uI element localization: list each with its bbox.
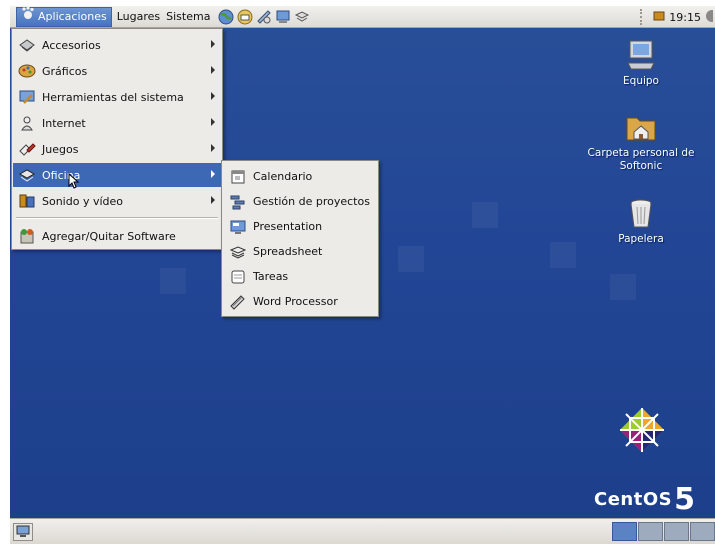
desktop-icon-label: Carpeta personal de Softonic xyxy=(587,147,695,172)
desktop-icon-carpeta-personal[interactable]: Carpeta personal de Softonic xyxy=(576,110,706,173)
applications-menu-button[interactable]: Aplicaciones xyxy=(16,6,112,27)
office-submenu: Calendario Gestión de proyectos Presenta… xyxy=(221,160,379,317)
accessories-icon xyxy=(17,35,37,55)
system-menu-button[interactable]: Sistema xyxy=(163,7,213,27)
menu-item-label: Sonido y vídeo xyxy=(42,194,124,208)
sound-video-icon xyxy=(17,191,37,211)
system-tools-icon xyxy=(17,87,37,107)
bottom-panel xyxy=(10,518,715,544)
submenu-arrow-icon xyxy=(211,66,215,74)
submenu-arrow-icon xyxy=(211,40,215,48)
submenu-item-label: Gestión de proyectos xyxy=(253,195,370,208)
workspace-3[interactable] xyxy=(664,522,689,541)
menu-item-graficos[interactable]: Gráficos xyxy=(13,59,221,83)
submenu-arrow-icon xyxy=(211,144,215,152)
desktop-icon-label: Papelera xyxy=(618,233,664,245)
brand-version: 5 xyxy=(674,482,696,517)
gnome-foot-icon xyxy=(21,6,35,27)
applications-label: Aplicaciones xyxy=(38,9,107,23)
volume-icon[interactable] xyxy=(705,9,715,26)
background-square xyxy=(610,274,636,300)
submenu-item-label: Tareas xyxy=(253,270,289,283)
presentation-launcher-icon[interactable] xyxy=(274,8,292,26)
update-notifier-icon[interactable] xyxy=(653,10,665,25)
calendar-icon xyxy=(228,167,248,187)
submenu-item-gestion-de-proyectos[interactable]: Gestión de proyectos xyxy=(223,189,377,214)
menu-item-internet[interactable]: Internet xyxy=(13,111,221,135)
menu-item-juegos[interactable]: Juegos xyxy=(13,137,221,161)
places-menu-button[interactable]: Lugares xyxy=(114,7,163,27)
desktop-icon-label: Equipo xyxy=(623,75,659,87)
system-tray: 19:15 xyxy=(640,6,715,28)
submenu-item-label: Calendario xyxy=(253,170,313,183)
background-square xyxy=(472,202,498,228)
submenu-item-tareas[interactable]: Tareas xyxy=(223,264,377,289)
trash-icon xyxy=(624,196,658,230)
centos-wordmark: CentOS5 xyxy=(594,482,695,517)
background-square xyxy=(398,246,424,272)
spreadsheet-launcher-icon[interactable] xyxy=(293,8,311,26)
menu-item-label: Internet xyxy=(42,116,86,130)
games-icon xyxy=(17,139,37,159)
add-remove-software-icon xyxy=(17,226,37,246)
top-panel: Aplicaciones Lugares Sistema 19:15 xyxy=(10,6,715,28)
submenu-arrow-icon xyxy=(211,118,215,126)
home-folder-icon xyxy=(624,110,658,144)
workspace-1[interactable] xyxy=(612,522,637,541)
internet-icon xyxy=(17,113,37,133)
panel-separator xyxy=(640,9,643,25)
clock[interactable]: 19:15 xyxy=(669,11,701,24)
computer-icon xyxy=(624,38,658,72)
workspace-4[interactable] xyxy=(690,522,715,541)
notes-launcher-icon[interactable] xyxy=(255,8,273,26)
applications-menu: Accesorios Gráficos Herramientas del sis… xyxy=(11,28,223,250)
mouse-pointer-icon xyxy=(68,172,80,192)
workspace-switcher xyxy=(612,522,715,541)
submenu-item-label: Presentation xyxy=(253,220,323,233)
menu-item-herramientas-del-sistema[interactable]: Herramientas del sistema xyxy=(13,85,221,109)
submenu-item-label: Word Processor xyxy=(253,295,338,308)
mail-launcher-icon[interactable] xyxy=(236,8,254,26)
menu-item-sonido-y-video[interactable]: Sonido y vídeo xyxy=(13,189,221,213)
menu-item-accesorios[interactable]: Accesorios xyxy=(13,33,221,57)
tasks-icon xyxy=(228,267,248,287)
menu-item-label: Juegos xyxy=(42,142,79,156)
submenu-item-word-processor[interactable]: Word Processor xyxy=(223,289,377,314)
project-management-icon xyxy=(228,192,248,212)
menu-item-oficina[interactable]: Oficina xyxy=(13,163,221,187)
submenu-item-calendario[interactable]: Calendario xyxy=(223,164,377,189)
desktop-icon-papelera[interactable]: Papelera xyxy=(576,196,706,246)
spreadsheet-icon xyxy=(228,242,248,262)
submenu-arrow-icon xyxy=(211,196,215,204)
graphics-icon xyxy=(17,61,37,81)
office-icon xyxy=(17,165,37,185)
menu-item-label: Accesorios xyxy=(42,38,101,52)
presentation-icon xyxy=(228,217,248,237)
workspace-2[interactable] xyxy=(638,522,663,541)
submenu-item-presentation[interactable]: Presentation xyxy=(223,214,377,239)
menu-item-label: Herramientas del sistema xyxy=(42,90,184,104)
desktop-icon-equipo[interactable]: Equipo xyxy=(576,38,706,88)
menu-item-label: Agregar/Quitar Software xyxy=(42,229,176,243)
submenu-item-label: Spreadsheet xyxy=(253,245,323,258)
menu-item-label: Gráficos xyxy=(42,64,88,78)
background-square xyxy=(550,242,576,268)
menu-separator xyxy=(16,217,218,219)
desktop[interactable]: Aplicaciones Lugares Sistema 19:15 Acces… xyxy=(10,6,715,544)
submenu-arrow-icon xyxy=(211,92,215,100)
brand-name: CentOS xyxy=(594,489,673,510)
submenu-arrow-icon xyxy=(211,170,215,178)
word-processor-icon xyxy=(228,292,248,312)
show-desktop-icon xyxy=(16,525,30,540)
submenu-item-spreadsheet[interactable]: Spreadsheet xyxy=(223,239,377,264)
menu-item-agregar-quitar-software[interactable]: Agregar/Quitar Software xyxy=(13,224,221,248)
globe-launcher-icon[interactable] xyxy=(217,8,235,26)
background-square xyxy=(160,268,186,294)
show-desktop-button[interactable] xyxy=(13,523,33,541)
